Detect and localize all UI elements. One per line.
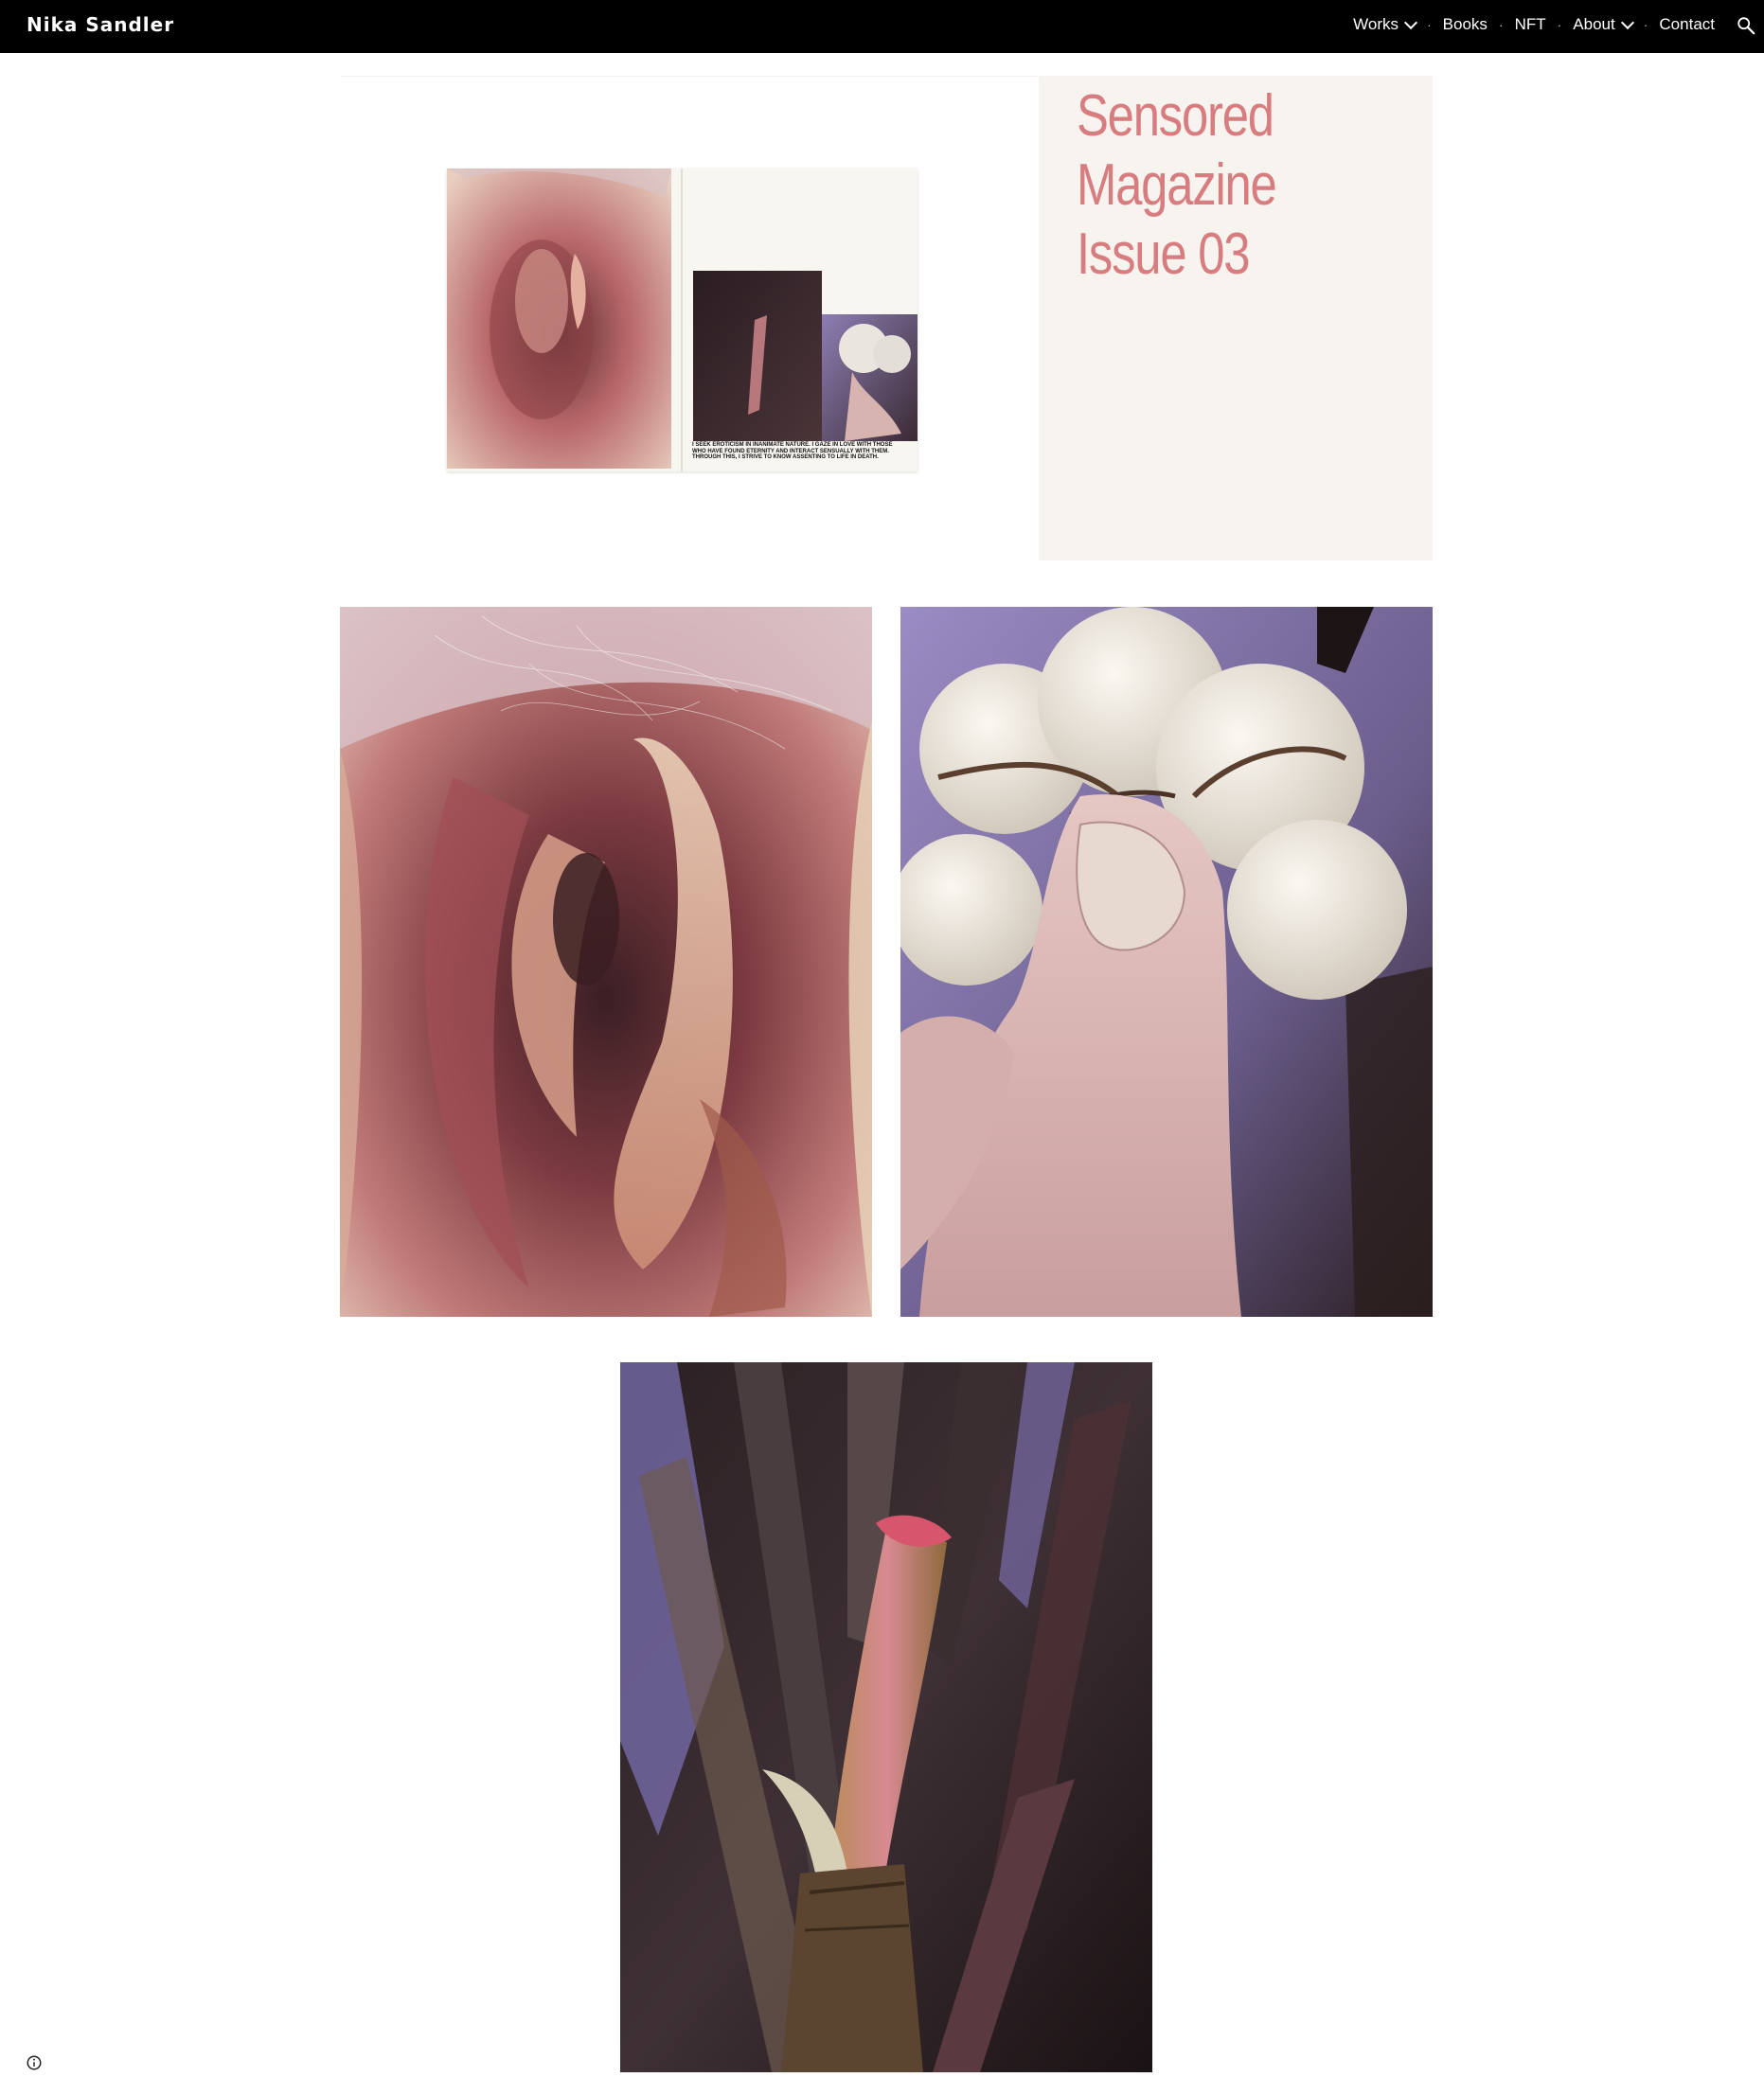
nav-item-label: Works <box>1353 15 1399 33</box>
search-icon[interactable] <box>1736 15 1756 36</box>
top-navigation-bar: Nika Sandler Works · Books · NFT · About… <box>0 0 1764 53</box>
nav-item-label: About <box>1573 15 1615 33</box>
nav-separator: · <box>1557 17 1562 32</box>
spread-gutter <box>681 169 683 471</box>
nav-separator: · <box>1426 17 1432 32</box>
nav-item-works[interactable]: Works <box>1353 15 1418 34</box>
site-title[interactable]: Nika Sandler <box>27 13 174 36</box>
title-line: Issue 03 <box>1077 222 1251 287</box>
nav-item-about[interactable]: About <box>1573 15 1634 34</box>
magazine-spread-image[interactable]: I seek eroticism in inanimate nature. I … <box>447 169 918 471</box>
stem-photo[interactable] <box>620 1362 1152 2072</box>
title-line: Sensored <box>1077 83 1274 149</box>
chevron-down-icon[interactable] <box>1620 15 1634 29</box>
title-line: Magazine <box>1077 152 1277 218</box>
rose-photo-art <box>340 607 872 1317</box>
cotton-toe-photo-art <box>900 607 1433 1317</box>
chevron-down-icon[interactable] <box>1403 15 1418 29</box>
main-nav: Works · Books · NFT · About · Contact <box>1353 15 1715 34</box>
cotton-toe-photo[interactable] <box>900 607 1433 1317</box>
nav-item-nft[interactable]: NFT <box>1515 15 1546 34</box>
rose-photo[interactable] <box>340 607 872 1317</box>
nav-item-label: Books <box>1442 15 1488 33</box>
info-icon[interactable] <box>26 2054 43 2071</box>
nav-separator: · <box>1498 17 1504 32</box>
spread-caption: I seek eroticism in inanimate nature. I … <box>692 442 893 460</box>
nav-item-contact[interactable]: Contact <box>1659 15 1715 34</box>
nav-item-label: NFT <box>1514 15 1546 33</box>
page-title: Sensored Magazine Issue 03 <box>1077 81 1356 289</box>
magazine-title-panel: Sensored Magazine Issue 03 <box>1039 76 1433 560</box>
stem-photo-art <box>620 1362 1152 2072</box>
nav-separator: · <box>1643 17 1648 32</box>
nav-item-label: Contact <box>1659 15 1715 33</box>
nav-item-books[interactable]: Books <box>1443 15 1488 34</box>
